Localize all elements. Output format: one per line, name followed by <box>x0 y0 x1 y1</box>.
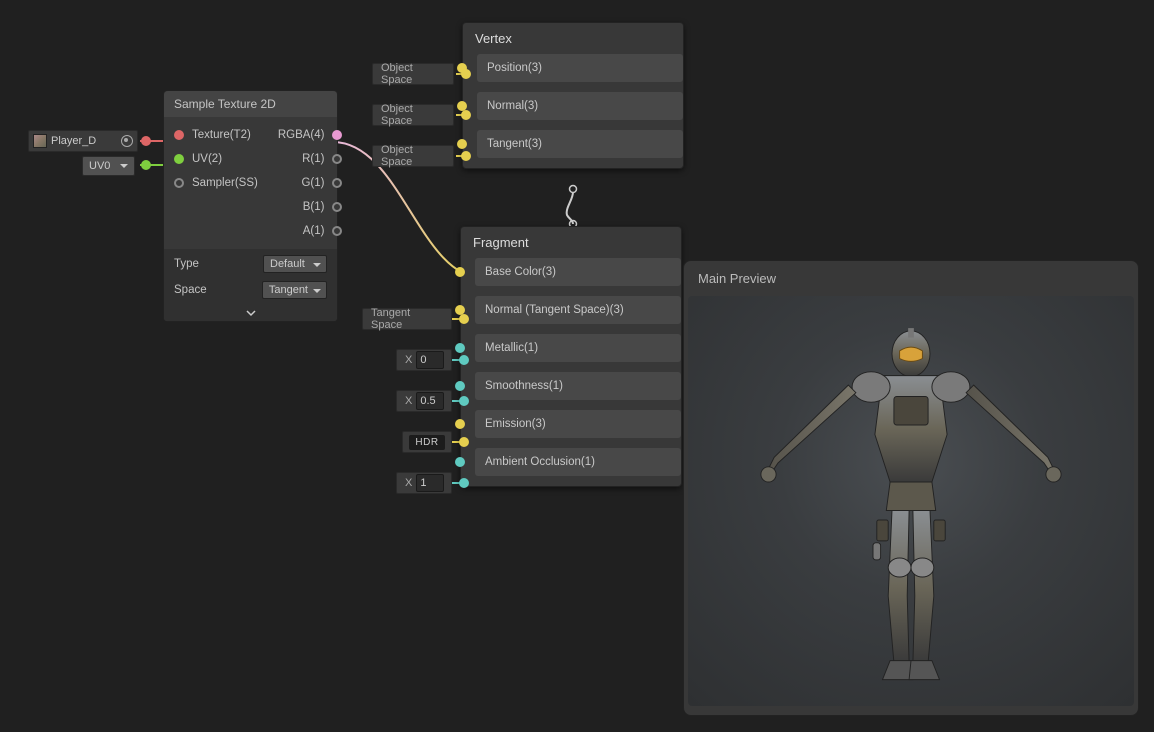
slot-normal[interactable]: Normal(3) <box>477 92 683 120</box>
tag-port-0[interactable] <box>461 69 471 79</box>
asset-texture-tag[interactable]: Player_D <box>28 130 138 152</box>
port-out-rgba[interactable] <box>332 130 342 140</box>
character-model-icon <box>721 301 1101 701</box>
texture-thumbnail <box>33 134 47 148</box>
preview-title: Main Preview <box>684 261 1138 296</box>
slot-base-color[interactable]: Base Color(3) <box>475 258 681 286</box>
port-metallic[interactable] <box>455 343 465 353</box>
port-out-b[interactable] <box>332 202 342 212</box>
uv-output-port[interactable] <box>141 160 151 170</box>
port-emission[interactable] <box>455 419 465 429</box>
tag-port-hdr[interactable] <box>459 437 469 447</box>
vertex-title: Vertex <box>463 23 683 54</box>
tag-port-ao[interactable] <box>459 478 469 488</box>
output-g[interactable]: G(1) <box>301 177 342 189</box>
hdr-label: HDR <box>409 435 444 450</box>
uv-dropdown-label: UV0 <box>89 160 110 172</box>
port-tangent[interactable] <box>457 139 467 149</box>
ao-input[interactable] <box>416 474 444 492</box>
port-in-sampler[interactable] <box>174 178 184 188</box>
tag-port-metallic[interactable] <box>459 355 469 365</box>
input-sampler[interactable]: Sampler(SS) <box>174 177 258 189</box>
smoothness-input[interactable] <box>416 392 444 410</box>
slot-position[interactable]: Position(3) <box>477 54 683 82</box>
tag-metallic-value[interactable]: X <box>396 349 452 371</box>
main-preview-panel[interactable]: Main Preview <box>683 260 1139 716</box>
port-in-uv[interactable] <box>174 154 184 164</box>
port-out-r[interactable] <box>332 154 342 164</box>
output-b[interactable]: B(1) <box>303 201 343 213</box>
asset-output-port[interactable] <box>141 136 151 146</box>
tag-object-space-1[interactable]: Object Space <box>372 104 454 126</box>
type-dropdown[interactable]: Default <box>263 255 327 273</box>
slot-tangent[interactable]: Tangent(3) <box>477 130 683 158</box>
slot-smoothness[interactable]: Smoothness(1) <box>475 372 681 400</box>
port-ao[interactable] <box>455 457 465 467</box>
output-r[interactable]: R(1) <box>302 153 342 165</box>
asset-name: Player_D <box>51 135 96 147</box>
tag-port-smoothness[interactable] <box>459 396 469 406</box>
tag-port-ts[interactable] <box>459 314 469 324</box>
preview-viewport[interactable] <box>688 296 1134 706</box>
port-out-a[interactable] <box>332 226 342 236</box>
tag-ao-value[interactable]: X <box>396 472 452 494</box>
target-icon[interactable] <box>121 135 133 147</box>
tag-object-space-0[interactable]: Object Space <box>372 63 454 85</box>
slot-emission[interactable]: Emission(3) <box>475 410 681 438</box>
tag-port-1[interactable] <box>461 110 471 120</box>
tag-hdr[interactable]: HDR <box>402 431 452 453</box>
tag-port-2[interactable] <box>461 151 471 161</box>
space-label: Space <box>174 284 207 296</box>
port-base-color[interactable] <box>455 267 465 277</box>
port-smoothness[interactable] <box>455 381 465 391</box>
fragment-title: Fragment <box>461 227 681 258</box>
output-rgba[interactable]: RGBA(4) <box>278 129 343 141</box>
fragment-node[interactable]: Fragment Base Color(3) Normal (Tangent S… <box>460 226 682 487</box>
sample-node-title: Sample Texture 2D <box>164 91 337 117</box>
slot-metallic[interactable]: Metallic(1) <box>475 334 681 362</box>
uv-channel-dropdown[interactable]: UV0 <box>82 156 135 176</box>
tag-object-space-2[interactable]: Object Space <box>372 145 454 167</box>
input-uv[interactable]: UV(2) <box>174 153 258 165</box>
vertex-node[interactable]: Vertex Position(3) Normal(3) Tangent(3) <box>462 22 684 169</box>
input-texture[interactable]: Texture(T2) <box>174 129 258 141</box>
metallic-input[interactable] <box>416 351 444 369</box>
slot-normal-ts[interactable]: Normal (Tangent Space)(3) <box>475 296 681 324</box>
port-in-texture[interactable] <box>174 130 184 140</box>
chevron-down-icon <box>245 307 257 319</box>
expand-toggle[interactable] <box>164 305 337 321</box>
tag-smoothness-value[interactable]: X <box>396 390 452 412</box>
sample-texture-2d-node[interactable]: Sample Texture 2D Texture(T2) UV(2) Samp… <box>163 90 338 322</box>
port-out-g[interactable] <box>332 178 342 188</box>
space-dropdown[interactable]: Tangent <box>262 281 327 299</box>
output-a[interactable]: A(1) <box>303 225 343 237</box>
type-label: Type <box>174 258 199 270</box>
tag-tangent-space[interactable]: Tangent Space <box>362 308 452 330</box>
slot-ao[interactable]: Ambient Occlusion(1) <box>475 448 681 476</box>
